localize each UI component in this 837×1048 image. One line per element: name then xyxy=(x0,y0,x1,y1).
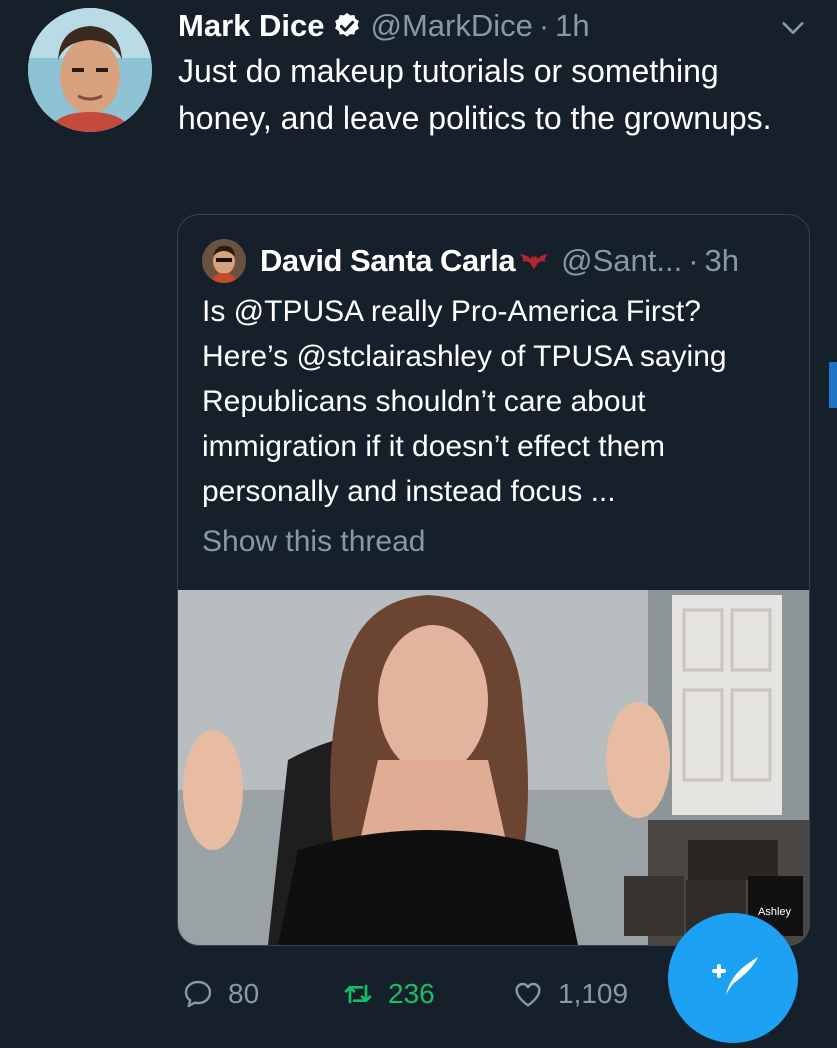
quoted-author-name[interactable]: David Santa Carla xyxy=(260,243,516,279)
bat-emoji-icon xyxy=(520,254,549,269)
like-button[interactable]: 1,109 xyxy=(512,978,662,1010)
quoted-tweet-card[interactable]: David Santa Carla @Sant... · 3h Is @TPUS… xyxy=(177,214,810,946)
separator-dot: · xyxy=(688,243,699,278)
like-count: 1,109 xyxy=(558,978,629,1009)
author-name[interactable]: Mark Dice xyxy=(178,8,324,44)
video-frame-image xyxy=(178,590,809,945)
tweet-header: Mark Dice @MarkDice · 1h xyxy=(178,6,777,46)
quoted-tweet-header: David Santa Carla @Sant... · 3h xyxy=(260,239,789,283)
reply-icon xyxy=(184,980,212,1008)
author-avatar[interactable] xyxy=(28,8,152,132)
chevron-down-icon[interactable] xyxy=(779,14,807,42)
reply-button[interactable]: 80 xyxy=(182,978,342,1010)
quoted-author-handle[interactable]: @Sant... xyxy=(561,243,682,279)
tweet-timestamp[interactable]: 1h xyxy=(555,8,589,44)
heart-icon xyxy=(515,982,541,1007)
separator-dot: · xyxy=(538,8,550,43)
retweet-button[interactable]: 236 xyxy=(342,978,512,1010)
scrollbar-thumb[interactable] xyxy=(829,362,837,408)
quoted-avatar-image xyxy=(202,239,246,283)
quoted-author-avatar[interactable] xyxy=(202,239,246,283)
quoted-tweet-video[interactable]: Ashley xyxy=(178,590,809,945)
retweet-icon xyxy=(344,984,372,1004)
author-avatar-image xyxy=(28,8,152,132)
retweet-count: 236 xyxy=(388,978,435,1009)
tweet-text: Just do makeup tutorials or something ho… xyxy=(178,53,772,136)
quoted-tweet-timestamp[interactable]: 3h xyxy=(705,243,739,279)
quoted-tweet-text: Is @TPUSA really Pro-America First? Here… xyxy=(202,295,727,508)
author-handle[interactable]: @MarkDice xyxy=(370,8,532,44)
verified-badge-icon xyxy=(335,12,360,37)
tweet-actions: 80 236 1,109 xyxy=(182,970,662,1018)
show-thread-link[interactable]: Show this thread xyxy=(202,525,425,559)
reply-count: 80 xyxy=(228,978,260,1009)
